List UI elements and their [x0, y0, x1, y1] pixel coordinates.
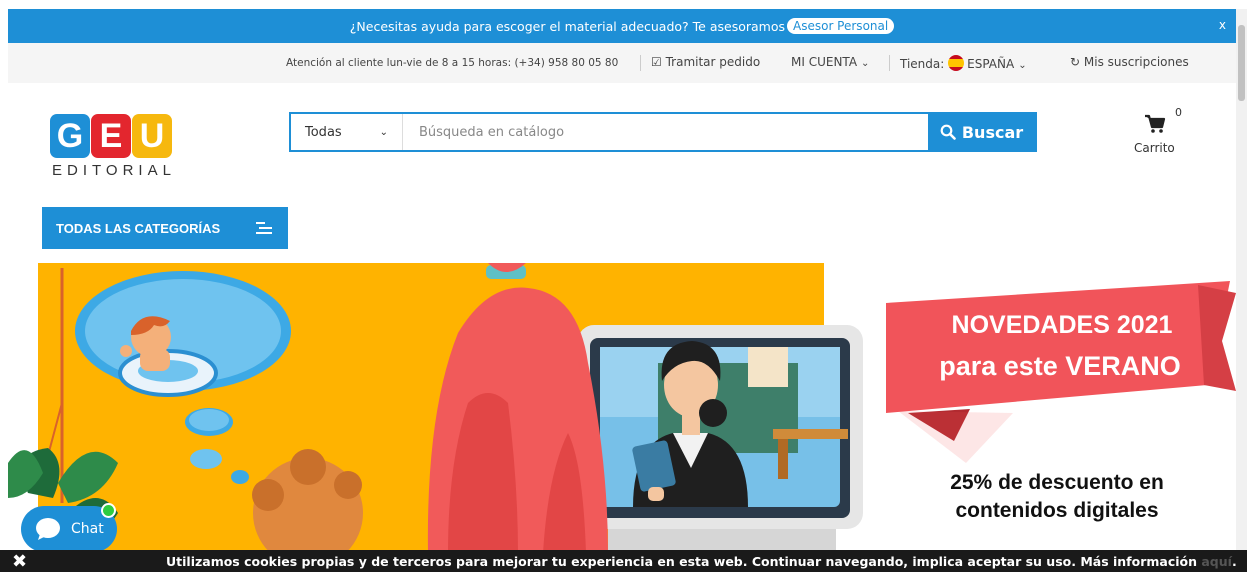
- categories-label: TODAS LAS CATEGORÍAS: [56, 220, 221, 236]
- chat-button[interactable]: Chat: [21, 503, 117, 552]
- chat-bubble-icon: [36, 518, 60, 540]
- category-select[interactable]: Todas ⌄: [291, 114, 403, 150]
- chevron-down-icon: ⌄: [379, 127, 388, 138]
- menu-icon: [256, 222, 272, 234]
- logo-letter-u: U: [132, 114, 172, 158]
- hero-banner[interactable]: NOVEDADES 2021 para este VERANO 25% de d…: [8, 263, 1236, 553]
- category-value: Todas: [305, 124, 342, 140]
- cart-count: 0: [1175, 106, 1182, 119]
- banner-headline-2: para este VERANO: [939, 351, 1181, 381]
- scrollbar-thumb[interactable]: [1238, 25, 1245, 101]
- cart-label: Carrito: [1134, 141, 1175, 155]
- promo-bar: ¿Necesitas ayuda para escoger el materia…: [8, 9, 1236, 43]
- promo-text: ¿Necesitas ayuda para escoger el materia…: [349, 18, 785, 34]
- chevron-down-icon: ⌄: [861, 58, 870, 69]
- banner-discount-2: contenidos digitales: [955, 499, 1159, 522]
- order-link[interactable]: ☑ Tramitar pedido: [651, 55, 760, 69]
- chat-label: Chat: [71, 521, 104, 537]
- search-button-label: Buscar: [961, 122, 1024, 142]
- cart-icon: [1145, 114, 1166, 133]
- store-selector[interactable]: Tienda: ESPAÑA ⌄: [900, 55, 1027, 71]
- logo-letter-e: E: [91, 114, 131, 158]
- order-label: Tramitar pedido: [665, 55, 761, 69]
- search-icon: [940, 124, 956, 140]
- chevron-down-icon: ⌄: [1018, 60, 1027, 71]
- logo-subtitle: EDITORIAL: [52, 162, 176, 179]
- promo-close-button[interactable]: x: [1219, 18, 1226, 32]
- support-hours: Atención al cliente lun-vie de 8 a 15 ho…: [286, 57, 619, 69]
- all-categories-button[interactable]: TODAS LAS CATEGORÍAS: [42, 207, 288, 249]
- store-value: ESPAÑA: [967, 57, 1015, 71]
- subscriptions-link[interactable]: ↻ Mis suscripciones: [1070, 55, 1189, 69]
- online-status-dot: [101, 503, 116, 518]
- divider: [640, 55, 641, 71]
- page-scrollbar[interactable]: [1236, 9, 1247, 550]
- banner-headline-1: NOVEDADES 2021: [951, 311, 1173, 339]
- search-input[interactable]: [403, 114, 928, 150]
- subscriptions-label: Mis suscripciones: [1083, 55, 1189, 69]
- logo-letter-g: G: [50, 114, 90, 158]
- divider: [889, 55, 890, 71]
- cookie-period: .: [1231, 554, 1237, 569]
- account-menu[interactable]: MI CUENTA ⌄: [791, 55, 869, 69]
- search-bar: Todas ⌄ Buscar: [289, 112, 1037, 152]
- cart[interactable]: 0 Carrito: [1128, 106, 1188, 156]
- spain-flag-icon: [948, 55, 965, 71]
- checkbox-icon: ☑: [651, 55, 662, 69]
- cookie-banner: ✖ Utilizamos cookies propias y de tercer…: [0, 550, 1247, 572]
- geu-logo[interactable]: GEU EDITORIAL: [50, 114, 176, 179]
- cookie-message: Utilizamos cookies propias y de terceros…: [166, 554, 1237, 569]
- cookie-text: Utilizamos cookies propias y de terceros…: [166, 554, 1198, 569]
- account-label: MI CUENTA: [791, 55, 858, 69]
- close-icon[interactable]: ✖: [12, 551, 27, 572]
- personal-advisor-button[interactable]: Asesor Personal: [787, 18, 895, 34]
- banner-discount-1: 25% de descuento en: [950, 471, 1164, 494]
- utility-bar: Atención al cliente lun-vie de 8 a 15 ho…: [8, 43, 1236, 83]
- refresh-icon: ↻: [1070, 55, 1081, 69]
- store-label: Tienda:: [900, 57, 945, 71]
- cookie-more-info-link[interactable]: aquí: [1201, 554, 1232, 569]
- search-button[interactable]: Buscar: [928, 114, 1035, 150]
